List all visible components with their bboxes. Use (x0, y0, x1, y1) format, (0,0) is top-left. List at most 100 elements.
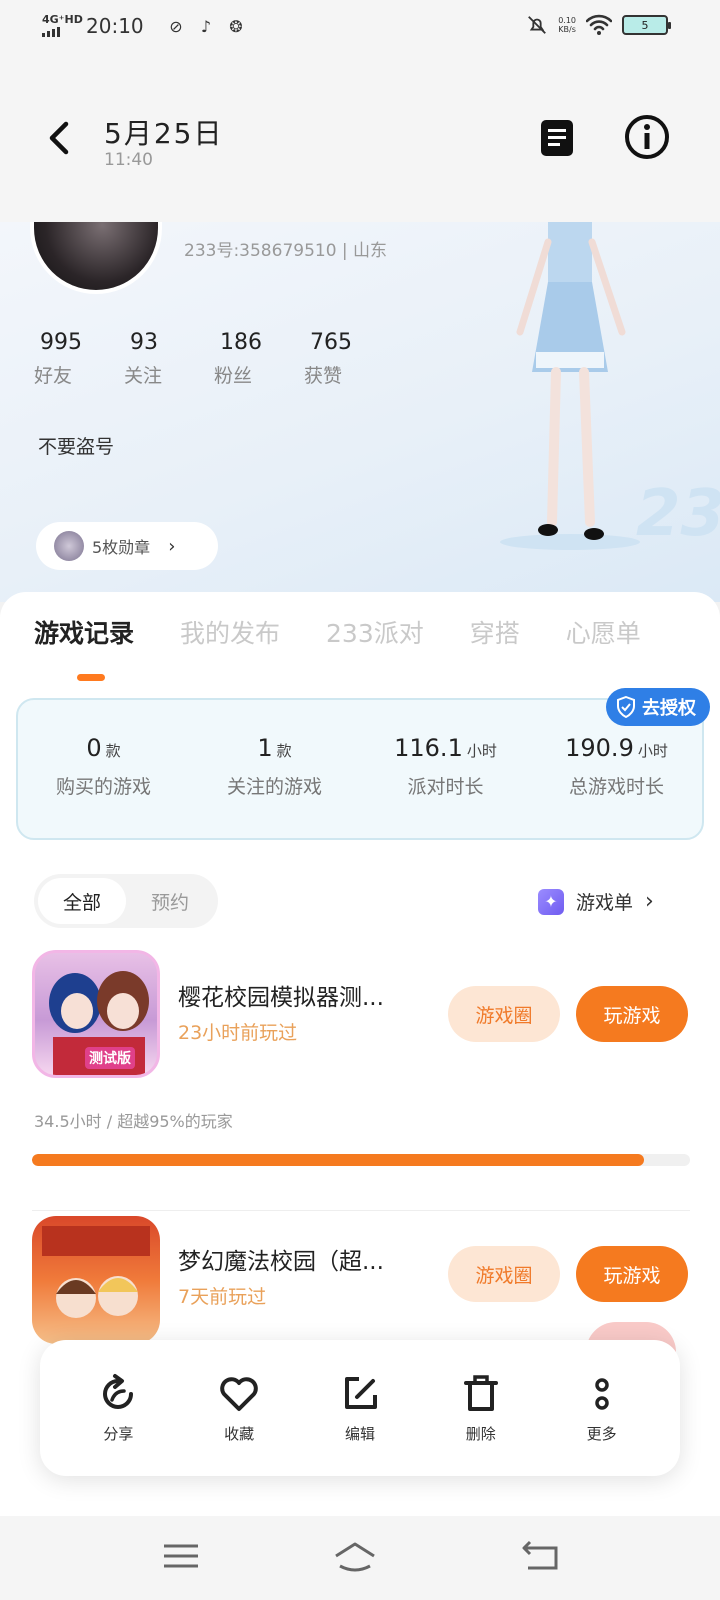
playtime-progress-bar (32, 1154, 690, 1166)
info-icon[interactable] (624, 114, 670, 160)
filter-toggle: 全部 预约 (34, 874, 218, 928)
user-id-location: 233号:358679510 | 山东 (184, 241, 388, 261)
tab-outfits[interactable]: 穿搭 (470, 614, 520, 650)
game-circle-button[interactable]: 游戏圈 (448, 1246, 560, 1302)
back-icon[interactable] (40, 118, 80, 158)
home-icon[interactable] (332, 1536, 378, 1576)
share-button[interactable]: 分享 (68, 1373, 168, 1444)
wifi-icon (586, 14, 612, 35)
action-sheet: 分享 收藏 编辑 删除 更多 (40, 1340, 680, 1476)
bell-off-icon (528, 16, 547, 34)
stat-value: 765 (310, 330, 352, 355)
edit-button[interactable]: 编辑 (310, 1373, 410, 1444)
page-title-date: 5月25日 (104, 117, 224, 150)
progress-fill (32, 1154, 644, 1166)
action-label: 分享 (103, 1424, 134, 1443)
authorize-label: 去授权 (642, 698, 696, 719)
share-icon (103, 1373, 134, 1409)
game-title[interactable]: 樱花校园模拟器测... (178, 978, 428, 1012)
action-label: 删除 (465, 1424, 496, 1443)
stat-value: 93 (130, 330, 158, 355)
document-icon[interactable] (535, 116, 579, 160)
stat-label: 关注 (124, 365, 163, 387)
stat-following[interactable]: 93 关注 (124, 330, 214, 388)
battery-icon: 5 (622, 15, 671, 35)
summary-unit: 小时 (466, 742, 497, 760)
content-tabs: 游戏记录 我的发布 233派对 穿搭 心愿单 (34, 614, 641, 650)
stat-label: 好友 (34, 365, 73, 387)
stat-value: 186 (220, 330, 262, 355)
tab-my-posts[interactable]: 我的发布 (180, 614, 280, 650)
filter-all[interactable]: 全部 (38, 878, 126, 924)
authorize-button[interactable]: 去授权 (606, 688, 710, 726)
top-header: 5月25日 11:40 (0, 56, 720, 222)
filter-reserved[interactable]: 预约 (126, 878, 214, 924)
summary-value: 190.9 (565, 734, 634, 762)
trash-icon (463, 1374, 498, 1411)
game-summary-card: 去授权 0款 购买的游戏 1款 关注的游戏 116.1 小时 派对时长 190.9… (16, 688, 710, 840)
profile-stats: 995 好友 93 关注 186 粉丝 765 获赞 (34, 330, 394, 388)
action-label: 编辑 (344, 1424, 375, 1443)
stat-likes[interactable]: 765 获赞 (304, 330, 394, 388)
game-last-played: 23小时前玩过 (178, 1022, 298, 1044)
network-type: 4G⁺HD (42, 13, 83, 26)
avatar[interactable] (30, 222, 162, 294)
stat-fans[interactable]: 186 粉丝 (214, 330, 304, 388)
summary-total-time[interactable]: 190.9 小时 总游戏时长 (531, 734, 702, 799)
game-icon[interactable]: 测试版 (32, 950, 160, 1078)
deco-233-logo: 233 (636, 477, 720, 551)
summary-label: 购买的游戏 (55, 776, 151, 798)
tab-game-records[interactable]: 游戏记录 (34, 614, 134, 650)
more-button[interactable]: 更多 (552, 1373, 652, 1444)
badges-button[interactable]: 5枚勋章 › (36, 522, 218, 570)
summary-value: 116.1 (394, 734, 463, 762)
profile-section: 233号:358679510 | 山东 995 好友 93 关注 186 粉丝 … (0, 222, 720, 602)
tiktok-icon: ♪ (200, 16, 212, 36)
speed-unit: KB/s (558, 25, 576, 34)
favorite-button[interactable]: 收藏 (189, 1373, 289, 1444)
back-nav-icon[interactable] (518, 1536, 564, 1576)
stat-value: 995 (40, 330, 82, 355)
signal-icon (42, 27, 83, 37)
summary-unit: 小时 (637, 742, 668, 760)
avatar-character-image[interactable] (490, 222, 650, 552)
summary-value: 1 (257, 734, 273, 762)
edit-icon (344, 1376, 377, 1409)
game-circle-button[interactable]: 游戏圈 (448, 986, 560, 1042)
summary-party-time[interactable]: 116.1 小时 派对时长 (360, 734, 531, 799)
badges-label: 5枚勋章 (92, 538, 151, 557)
action-label: 更多 (586, 1424, 617, 1443)
medal-icon (54, 531, 84, 561)
game-title[interactable]: 梦幻魔法校园（超... (178, 1242, 428, 1276)
chevron-right-icon: › (645, 889, 654, 914)
stat-friends[interactable]: 995 好友 (34, 330, 124, 388)
tab-233-party[interactable]: 233派对 (326, 614, 424, 650)
game-icon[interactable] (32, 1216, 160, 1344)
status-right: 0.10 KB/s 5 (526, 14, 671, 36)
speed-value: 0.10 (558, 16, 576, 25)
chevron-right-icon: › (168, 535, 176, 557)
summary-purchased[interactable]: 0款 购买的游戏 (18, 734, 189, 799)
stat-label: 粉丝 (214, 365, 253, 387)
more-icon (594, 1377, 609, 1410)
game-art (42, 1226, 150, 1318)
network-indicator: 4G⁺HD (42, 14, 83, 37)
tab-wishlist[interactable]: 心愿单 (566, 614, 641, 650)
active-tab-indicator (77, 674, 105, 681)
summary-label: 关注的游戏 (226, 776, 322, 798)
play-game-button[interactable]: 玩游戏 (576, 1246, 688, 1302)
wechat-icon: ❂ (229, 16, 243, 36)
summary-unit: 款 (276, 742, 292, 760)
profile-signature: 不要盗号 (38, 436, 115, 458)
shield-check-icon (617, 696, 635, 718)
heart-icon (220, 1376, 258, 1411)
summary-unit: 款 (105, 742, 121, 760)
summary-followed[interactable]: 1款 关注的游戏 (189, 734, 360, 799)
game-list-link[interactable]: ✦ 游戏单 › (538, 888, 654, 915)
menu-icon[interactable] (158, 1536, 204, 1576)
page-subtitle-time: 11:40 (104, 150, 153, 170)
sparkle-icon: ✦ (538, 888, 564, 915)
delete-button[interactable]: 删除 (431, 1373, 531, 1444)
app-notification-icon: ⊘ (169, 16, 183, 36)
play-game-button[interactable]: 玩游戏 (576, 986, 688, 1042)
